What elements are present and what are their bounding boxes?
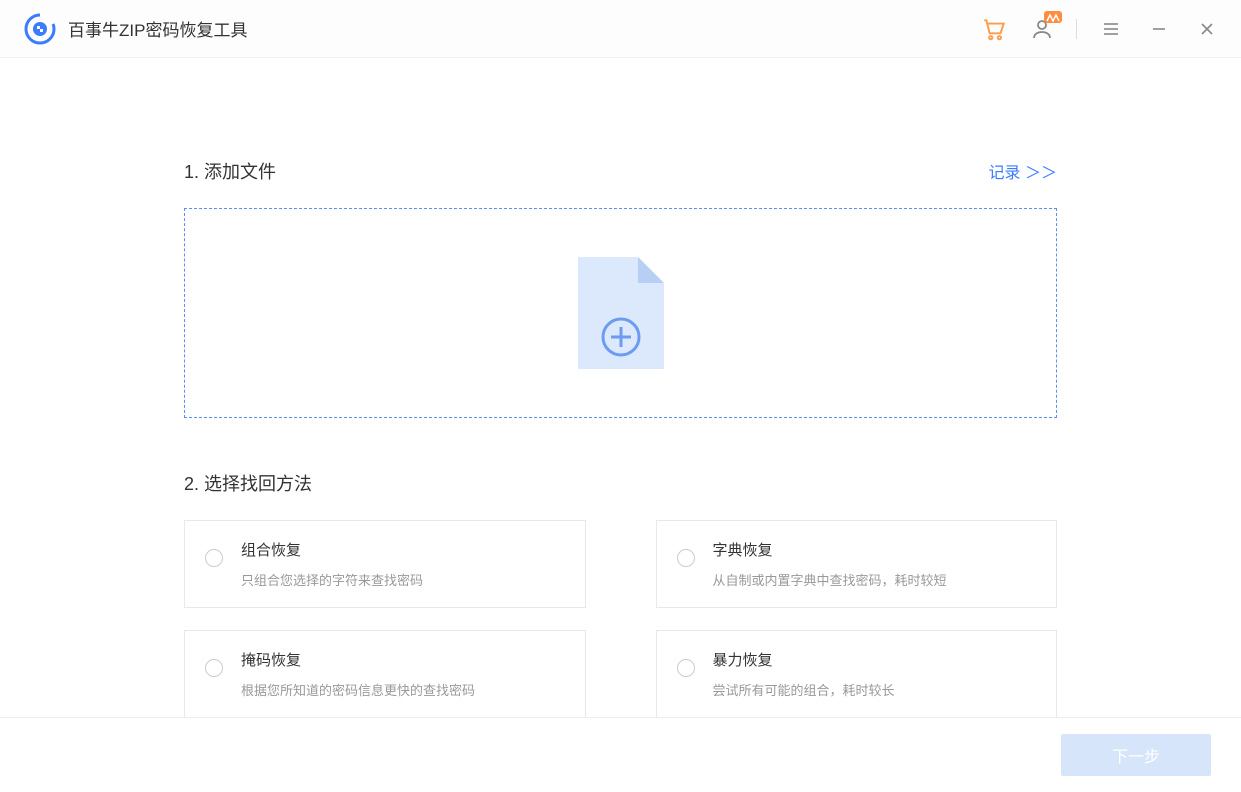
close-icon[interactable] bbox=[1193, 15, 1221, 43]
method-desc: 根据您所知道的密码信息更快的查找密码 bbox=[241, 680, 475, 699]
method-dictionary[interactable]: 字典恢复 从自制或内置字典中查找密码，耗时较短 bbox=[656, 520, 1058, 608]
logo-wrap: 百事牛ZIP密码恢复工具 bbox=[24, 13, 247, 45]
minimize-icon[interactable] bbox=[1145, 15, 1173, 43]
section1-header: 1. 添加文件 记录 ＞＞ bbox=[184, 158, 1057, 184]
section2-title: 2. 选择找回方法 bbox=[184, 470, 1057, 496]
add-file-icon bbox=[574, 253, 668, 373]
menu-icon[interactable] bbox=[1097, 15, 1125, 43]
footer: 下一步 bbox=[0, 717, 1241, 792]
titlebar-controls bbox=[980, 15, 1221, 43]
app-title: 百事牛ZIP密码恢复工具 bbox=[68, 16, 247, 41]
radio-icon bbox=[677, 659, 695, 677]
method-desc: 尝试所有可能的组合，耗时较长 bbox=[713, 680, 895, 699]
cart-icon[interactable] bbox=[980, 15, 1008, 43]
history-link[interactable]: 记录 ＞＞ bbox=[989, 159, 1057, 183]
radio-icon bbox=[677, 549, 695, 567]
method-combination[interactable]: 组合恢复 只组合您选择的字符来查找密码 bbox=[184, 520, 586, 608]
main-content: 1. 添加文件 记录 ＞＞ 2. 选择找回方法 组合恢复 只组合您选择的字符来查… bbox=[0, 58, 1241, 718]
method-title: 字典恢复 bbox=[713, 539, 947, 560]
radio-icon bbox=[205, 549, 223, 567]
file-dropzone[interactable] bbox=[184, 208, 1057, 418]
next-button[interactable]: 下一步 bbox=[1061, 734, 1211, 776]
method-title: 组合恢复 bbox=[241, 539, 423, 560]
method-title: 暴力恢复 bbox=[713, 649, 895, 670]
method-desc: 只组合您选择的字符来查找密码 bbox=[241, 570, 423, 589]
method-desc: 从自制或内置字典中查找密码，耗时较短 bbox=[713, 570, 947, 589]
user-icon[interactable] bbox=[1028, 15, 1056, 43]
badge-icon bbox=[1044, 11, 1062, 23]
section1-title: 1. 添加文件 bbox=[184, 158, 276, 184]
app-logo-icon bbox=[24, 13, 56, 45]
method-title: 掩码恢复 bbox=[241, 649, 475, 670]
method-mask[interactable]: 掩码恢复 根据您所知道的密码信息更快的查找密码 bbox=[184, 630, 586, 718]
radio-icon bbox=[205, 659, 223, 677]
methods-grid: 组合恢复 只组合您选择的字符来查找密码 字典恢复 从自制或内置字典中查找密码，耗… bbox=[184, 520, 1057, 718]
titlebar: 百事牛ZIP密码恢复工具 bbox=[0, 0, 1241, 58]
method-bruteforce[interactable]: 暴力恢复 尝试所有可能的组合，耗时较长 bbox=[656, 630, 1058, 718]
divider bbox=[1076, 19, 1077, 39]
